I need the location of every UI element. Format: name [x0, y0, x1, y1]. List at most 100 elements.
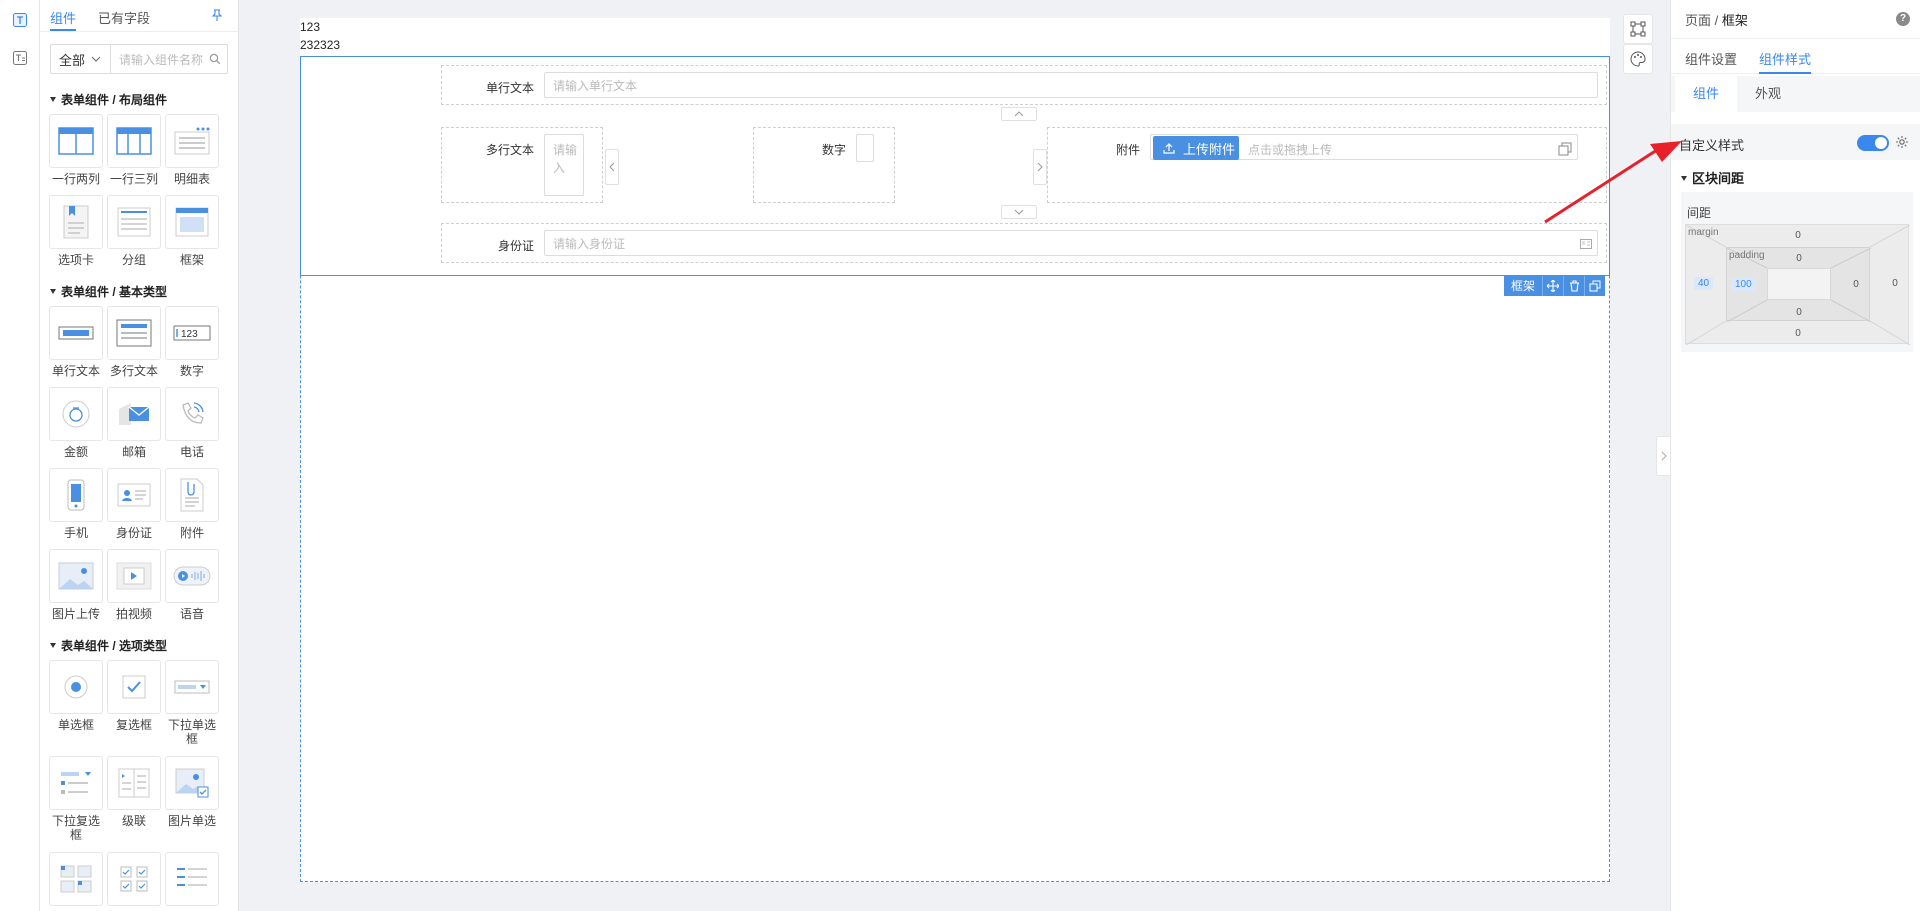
- active-tab-indicator: [1759, 72, 1811, 74]
- id-card-label: 身份证: [497, 239, 534, 253]
- subtab-component[interactable]: 组件: [1675, 76, 1737, 112]
- category-select-value: 全部: [59, 52, 86, 68]
- panel-tabs: 组件 已有字段: [40, 0, 238, 32]
- multi-text-field[interactable]: 多行文本 请输入: [441, 127, 603, 203]
- single-text-input[interactable]: 请输入单行文本: [544, 72, 1598, 98]
- tab-existing-fields[interactable]: 已有字段: [98, 8, 150, 27]
- comp-tabs[interactable]: 选项卡: [49, 195, 103, 267]
- box-model-padding: padding 0 0 0 100: [1726, 247, 1871, 322]
- attachment-label: 附件: [1115, 143, 1140, 157]
- comp-phone[interactable]: 电话: [165, 387, 219, 459]
- comp-list-options[interactable]: [165, 852, 219, 910]
- id-card-field[interactable]: 身份证 请输入身份证: [441, 223, 1607, 263]
- padding-top-value[interactable]: 0: [1784, 253, 1814, 264]
- category-select[interactable]: 全部: [51, 45, 111, 73]
- text-line-2[interactable]: 232323: [300, 38, 340, 52]
- comp-cascade[interactable]: 级联: [107, 756, 161, 828]
- comp-video[interactable]: 拍视频: [107, 549, 161, 621]
- number-input[interactable]: [856, 134, 874, 162]
- comp-image-radio[interactable]: 图片单选: [165, 756, 219, 828]
- comp-id-card[interactable]: 身份证: [107, 468, 161, 540]
- comp-number[interactable]: 123 数字: [165, 306, 219, 378]
- collapse-left-button[interactable]: [605, 149, 619, 185]
- comp-group[interactable]: 分组: [107, 195, 161, 267]
- collapse-up-button[interactable]: [1001, 107, 1037, 121]
- comp-detail-table[interactable]: 明细表: [165, 114, 219, 186]
- pin-icon[interactable]: [210, 8, 224, 22]
- upload-button[interactable]: 上传附件: [1153, 136, 1239, 160]
- tab-components[interactable]: 组件: [50, 8, 76, 27]
- comp-frame[interactable]: 框架: [165, 195, 219, 267]
- section-basic-title: 表单组件 / 基本类型: [50, 283, 167, 300]
- comp-mobile[interactable]: 手机: [49, 468, 103, 540]
- frame-toolbar: 框架: [1504, 276, 1606, 296]
- move-icon[interactable]: [1542, 276, 1564, 296]
- comp-checkbox-group[interactable]: [107, 852, 161, 910]
- collapse-right-button[interactable]: [1033, 149, 1047, 185]
- chevron-right-icon: [1661, 451, 1667, 461]
- padding-left-value[interactable]: 100: [1731, 278, 1756, 291]
- block-spacing-title[interactable]: 区块间距: [1681, 168, 1744, 187]
- frame-tag[interactable]: 框架: [1504, 276, 1543, 296]
- tab-component-style[interactable]: 组件样式: [1759, 49, 1811, 68]
- selected-frame-content[interactable]: 单行文本 请输入单行文本 多行文本 请输入 数字 附件 上传附件 点击或拖拽上传: [300, 56, 1610, 276]
- single-text-field[interactable]: 单行文本 请输入单行文本: [441, 65, 1607, 105]
- copy-icon[interactable]: [1558, 142, 1572, 156]
- text-line-1[interactable]: 123: [300, 20, 320, 34]
- comp-three-columns[interactable]: 一行三列: [107, 114, 161, 186]
- comp-attachment[interactable]: 附件: [165, 468, 219, 540]
- margin-bottom-value[interactable]: 0: [1783, 328, 1813, 339]
- upload-hint: 点击或拖拽上传: [1248, 143, 1333, 157]
- structure-tree-icon[interactable]: [1623, 14, 1653, 44]
- design-canvas: 123 232323 单行文本 请输入单行文本 多行文本 请输入 数字 附件 上…: [300, 18, 1610, 882]
- chevron-up-icon: [1014, 111, 1024, 117]
- comp-dropdown-single[interactable]: 下拉单选框: [165, 660, 219, 746]
- component-filter: 全部 请输入组件名称: [50, 44, 228, 74]
- padding-bottom-value[interactable]: 0: [1784, 307, 1814, 318]
- gear-icon[interactable]: [1895, 135, 1909, 149]
- comp-voice[interactable]: 语音: [165, 549, 219, 621]
- comp-single-text[interactable]: 单行文本: [49, 306, 103, 378]
- components-icon[interactable]: [10, 10, 30, 30]
- component-search-input[interactable]: 请输入组件名称: [111, 51, 209, 68]
- duplicate-icon[interactable]: [1584, 276, 1606, 296]
- delete-icon[interactable]: [1563, 276, 1585, 296]
- comp-multi-text[interactable]: 多行文本: [107, 306, 161, 378]
- comp-radio[interactable]: 单选框: [49, 660, 103, 732]
- comp-amount[interactable]: 金额: [49, 387, 103, 459]
- collapse-down-button[interactable]: [1001, 205, 1037, 219]
- active-tab-indicator: [50, 29, 76, 31]
- number-field[interactable]: 数字: [753, 127, 895, 203]
- comp-checkbox[interactable]: 复选框: [107, 660, 161, 732]
- comp-email[interactable]: 邮箱: [107, 387, 161, 459]
- panel-collapse-handle[interactable]: [1656, 436, 1670, 476]
- comp-image-checkbox[interactable]: [49, 852, 103, 910]
- breadcrumb: 页面 / 框架: [1685, 10, 1748, 29]
- comp-dropdown-multi[interactable]: 下拉复选框: [49, 756, 103, 842]
- subtab-appearance[interactable]: 外观: [1737, 76, 1799, 112]
- chevron-right-icon: [1037, 162, 1043, 172]
- help-icon[interactable]: ?: [1896, 12, 1910, 26]
- margin-left-value[interactable]: 40: [1694, 277, 1714, 290]
- tab-component-settings[interactable]: 组件设置: [1685, 49, 1737, 68]
- margin-top-value[interactable]: 0: [1783, 230, 1813, 241]
- padding-right-value[interactable]: 0: [1841, 279, 1871, 290]
- comp-two-columns[interactable]: 一行两列: [49, 114, 103, 186]
- section-layout-title: 表单组件 / 布局组件: [50, 91, 167, 108]
- margin-right-value[interactable]: 0: [1880, 278, 1910, 289]
- breadcrumb-page[interactable]: 页面: [1685, 13, 1711, 28]
- theme-palette-icon[interactable]: [1623, 44, 1653, 74]
- box-model-content: [1767, 268, 1831, 300]
- search-icon[interactable]: [209, 53, 227, 65]
- spacing-label: 间距: [1687, 206, 1712, 220]
- upload-button-label: 上传附件: [1183, 141, 1236, 157]
- breadcrumb-separator: /: [1714, 13, 1719, 28]
- attachment-field[interactable]: 附件 上传附件 点击或拖拽上传: [1047, 127, 1607, 203]
- id-card-icon: [1580, 239, 1592, 249]
- multi-text-input[interactable]: 请输入: [544, 134, 584, 196]
- upload-icon: [1163, 143, 1175, 154]
- fields-icon[interactable]: [10, 48, 30, 68]
- id-card-input[interactable]: 请输入身份证: [544, 230, 1598, 256]
- comp-image-upload[interactable]: 图片上传: [49, 549, 103, 621]
- custom-style-toggle[interactable]: [1857, 135, 1889, 151]
